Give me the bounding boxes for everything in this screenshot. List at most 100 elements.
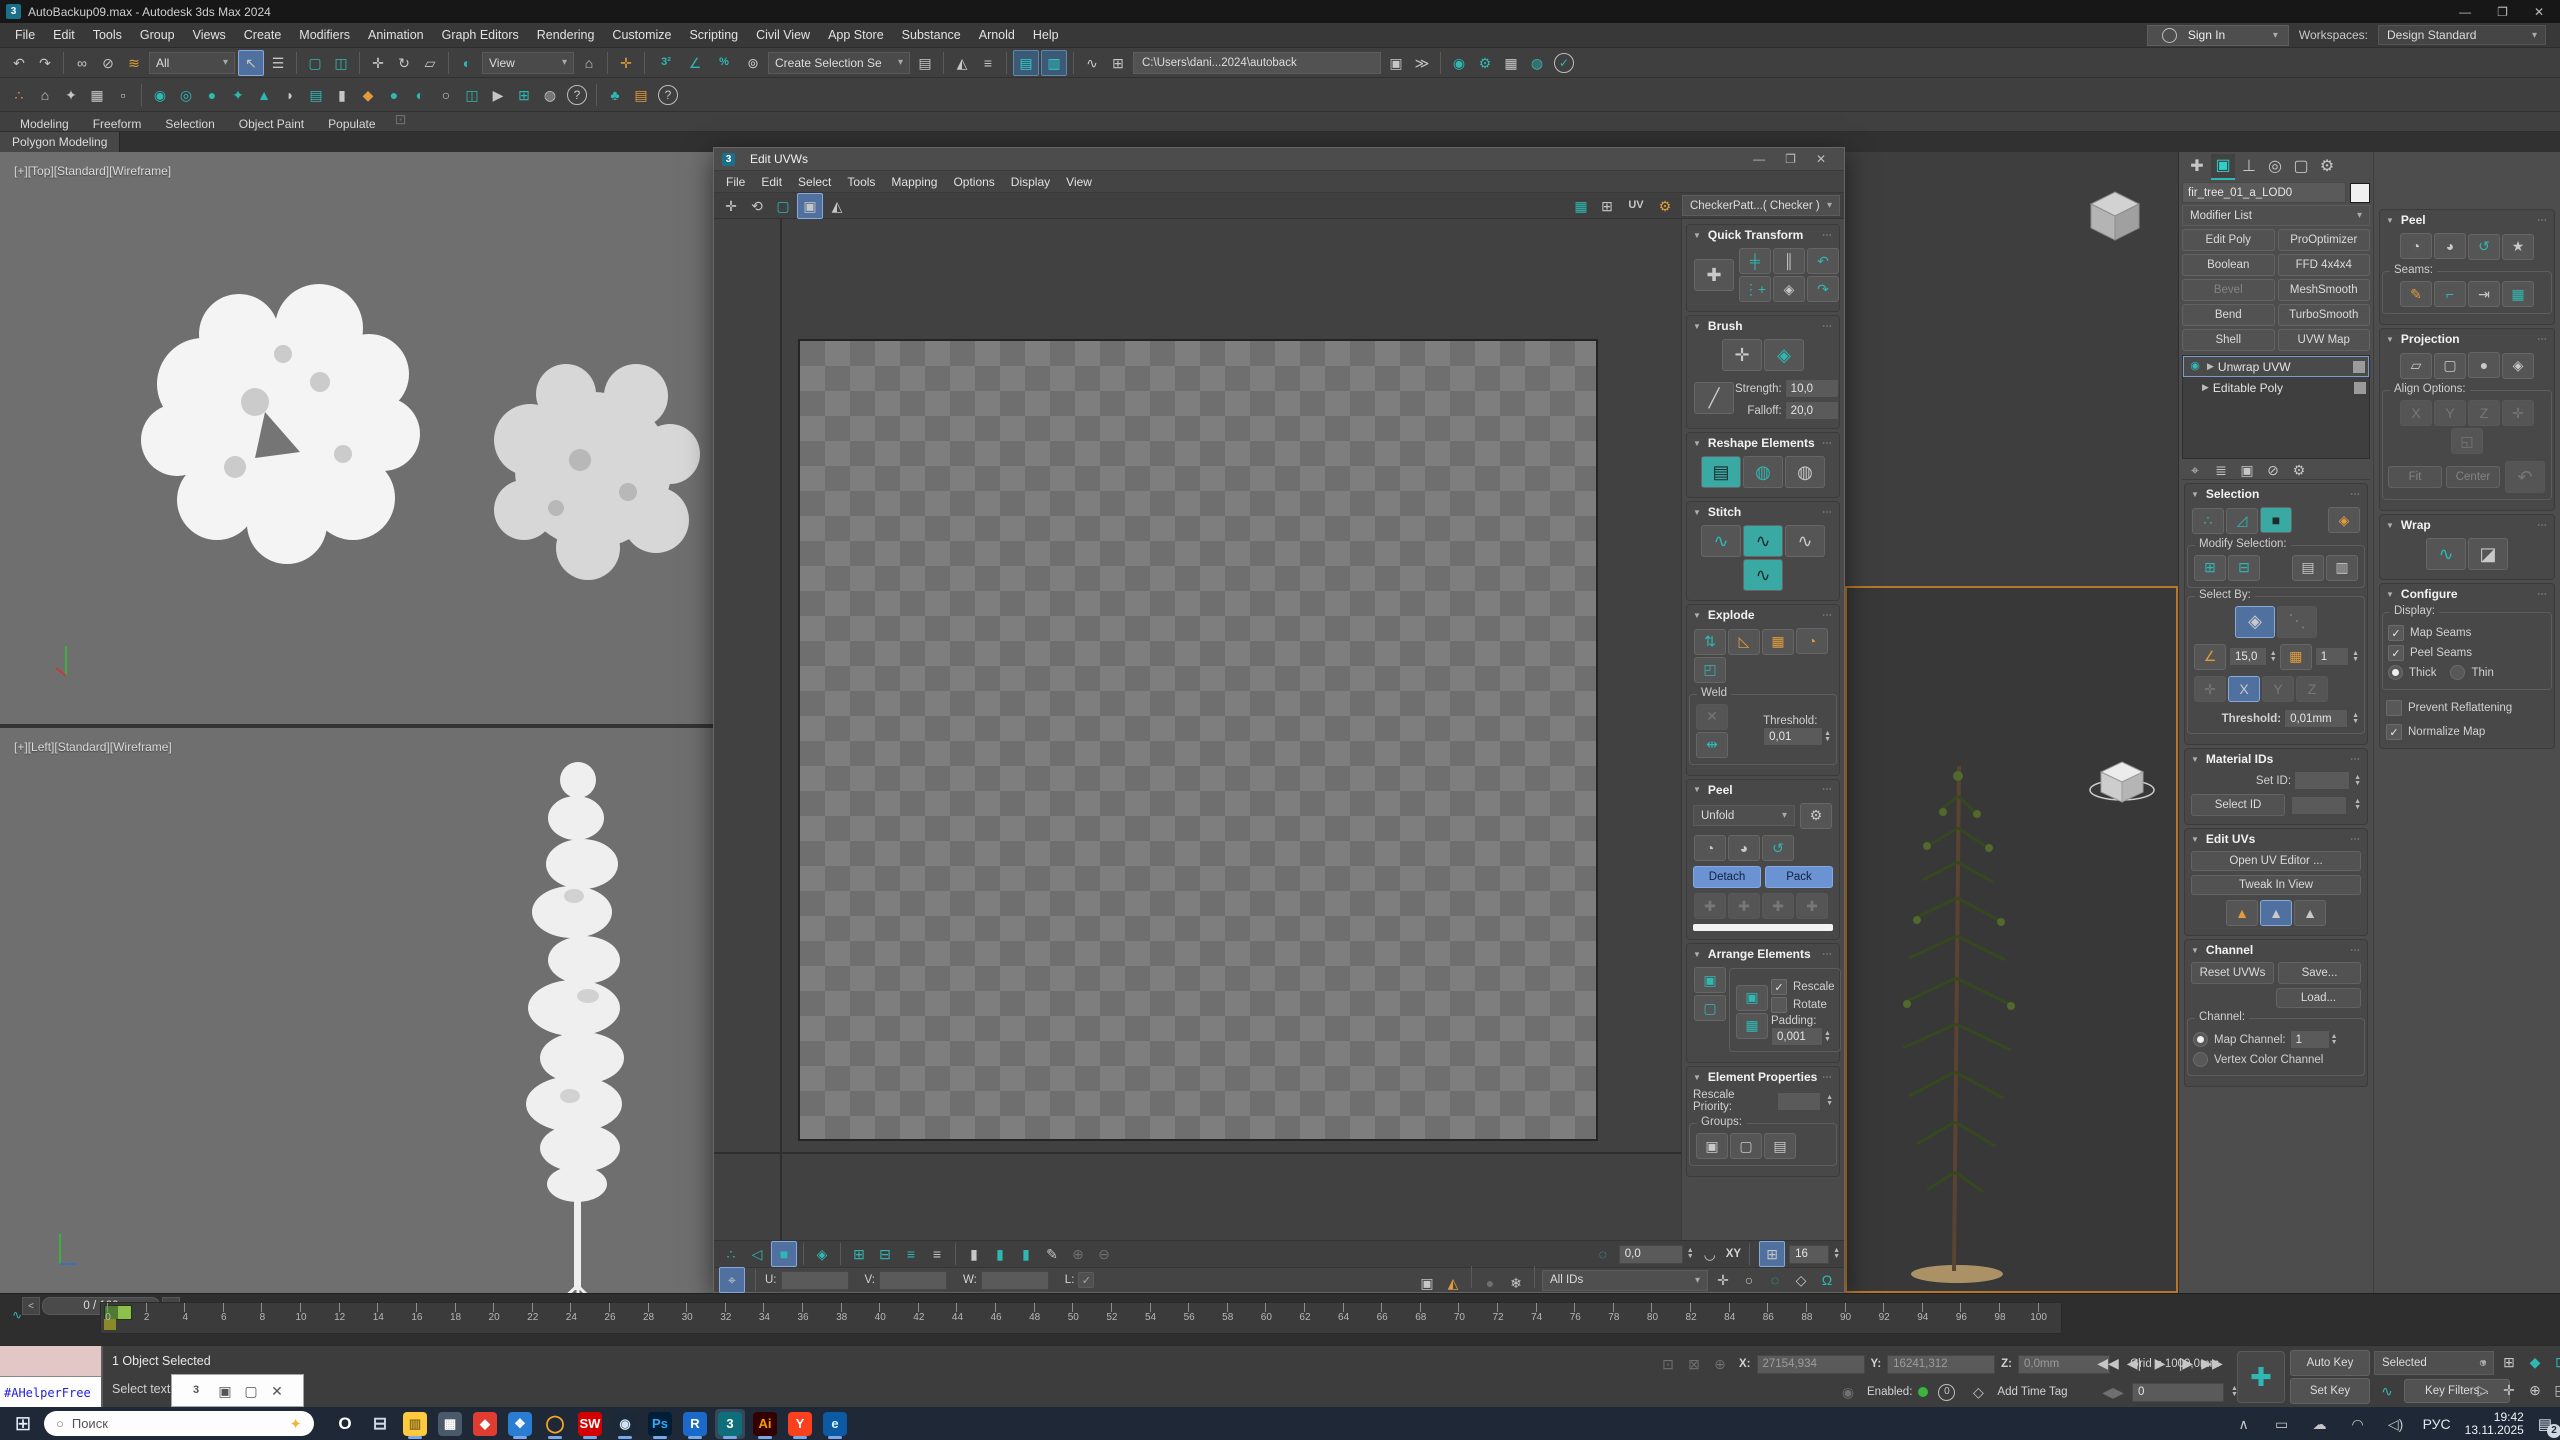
- pack-normalize-icon[interactable]: ▣: [1694, 967, 1726, 993]
- select-id-spinner[interactable]: [2354, 799, 2361, 811]
- layer-explorer-icon[interactable]: ▤: [1013, 50, 1039, 76]
- motion-tab-icon[interactable]: ◎: [2263, 155, 2287, 179]
- redo-icon[interactable]: ↷: [33, 51, 57, 75]
- spinner-snap-icon[interactable]: ⊚: [741, 51, 765, 75]
- convert-to-seams-icon[interactable]: ▦: [2502, 281, 2534, 307]
- vp-left-label-standard[interactable]: [Standard]: [54, 740, 109, 754]
- solidworks-icon[interactable]: SW: [575, 1409, 605, 1439]
- grow-selection-icon[interactable]: ⊞: [2194, 555, 2226, 581]
- baseobject-badge[interactable]: [2354, 382, 2366, 394]
- padding-field[interactable]: 0,001: [1771, 1027, 1823, 1046]
- break-vertex-icon[interactable]: ⇅: [1694, 629, 1726, 655]
- y-axis-icon[interactable]: Y: [2262, 676, 2294, 702]
- flame-icon[interactable]: ◆: [356, 83, 380, 107]
- stitch-average-icon[interactable]: ∿: [1785, 525, 1825, 557]
- make-unique-icon[interactable]: ▣: [2235, 458, 2259, 482]
- ball-icon[interactable]: ●: [382, 83, 406, 107]
- move-selected-icon[interactable]: ✚: [1694, 259, 1734, 291]
- fit-button[interactable]: Fit: [2388, 466, 2442, 488]
- vertex-icon[interactable]: ∴: [2192, 508, 2224, 534]
- selection-threshold-spinner[interactable]: [2352, 713, 2359, 725]
- zoom-region-uv-icon[interactable]: ◌: [1763, 1268, 1787, 1292]
- grid-select-field[interactable]: 1: [2315, 647, 2349, 666]
- y-coordinate-field[interactable]: 16241,312: [1887, 1355, 1995, 1374]
- rollout-element-properties-header[interactable]: Element Properties⋯: [1687, 1067, 1839, 1087]
- steam-icon[interactable]: ◉: [610, 1409, 640, 1439]
- rotate-checkbox[interactable]: [1771, 997, 1787, 1013]
- ribbon-subtab-polygon-modeling[interactable]: Polygon Modeling: [0, 132, 120, 152]
- detach-button[interactable]: Detach: [1693, 866, 1761, 888]
- w-field[interactable]: [981, 1271, 1049, 1290]
- cast-icon[interactable]: ▭: [2270, 1412, 2294, 1436]
- planar-map-icon[interactable]: ▱: [2400, 353, 2432, 379]
- photoshop-icon[interactable]: Ps: [645, 1409, 675, 1439]
- expand-arrow-icon[interactable]: ▶: [2207, 361, 2214, 372]
- workspace-dropdown[interactable]: Design Standard▾: [2378, 25, 2546, 45]
- uv-preview-icon[interactable]: ▲: [2260, 900, 2292, 926]
- rotate-ccw-icon[interactable]: ↶: [1807, 248, 1839, 274]
- menu-animation[interactable]: Animation: [359, 24, 433, 46]
- thin-radio[interactable]: [2450, 665, 2465, 680]
- rotate-cw-icon[interactable]: ↷: [1807, 276, 1839, 302]
- curve-editor-icon[interactable]: ∿: [1080, 51, 1104, 75]
- ribbon-more-icon[interactable]: ⊡: [389, 107, 413, 131]
- cache-shield-icon[interactable]: ◉: [1836, 1380, 1860, 1404]
- surface-wrap-icon[interactable]: ◪: [2468, 538, 2508, 570]
- person-icon[interactable]: ▮: [330, 83, 354, 107]
- toolbar-overflow-icon[interactable]: ≫: [1410, 51, 1434, 75]
- dragon-icon[interactable]: ◗: [278, 83, 302, 107]
- bend-button[interactable]: Bend: [2182, 304, 2275, 326]
- rollout-configure-header[interactable]: Configure⋯: [2380, 584, 2554, 604]
- dialog-close-icon[interactable]: ✕: [1816, 152, 1826, 166]
- align-horizontal-icon[interactable]: ╪: [1739, 248, 1771, 274]
- snap-magnet-icon[interactable]: Ω: [1815, 1268, 1839, 1292]
- menu-file[interactable]: File: [6, 24, 44, 46]
- meshsmooth-button[interactable]: MeshSmooth: [2278, 279, 2371, 301]
- rollout-peel-header[interactable]: Peel⋯: [1687, 780, 1839, 800]
- uv-menu-edit[interactable]: Edit: [753, 172, 790, 192]
- disabled-mini-icon[interactable]: ▢: [239, 1379, 263, 1403]
- thick-radio[interactable]: [2388, 665, 2403, 680]
- align-pivot-icon[interactable]: ◈: [1773, 276, 1805, 302]
- grid-size-field[interactable]: 16: [1789, 1245, 1829, 1264]
- viewport-left-label[interactable]: [+][Left][Standard][Wireframe]: [14, 740, 172, 754]
- center-button[interactable]: Center: [2446, 466, 2500, 488]
- lock-aspect-checkbox[interactable]: [1078, 1272, 1094, 1288]
- go-end-icon[interactable]: ▶▶: [2200, 1351, 2224, 1375]
- photos-icon[interactable]: ❖: [505, 1409, 535, 1439]
- vp-top-label-+[interactable]: [+]: [14, 164, 28, 178]
- scatter-icon[interactable]: ✦: [59, 83, 83, 107]
- edge-icon[interactable]: e: [820, 1409, 850, 1439]
- viewport-top-label[interactable]: [+][Top][Standard][Wireframe]: [14, 164, 171, 178]
- grid-toggle-icon[interactable]: ⊞: [1595, 194, 1619, 218]
- rollout-material-ids-header[interactable]: Material IDs⋯: [2185, 749, 2367, 769]
- tweak-in-view-button[interactable]: Tweak In View: [2191, 875, 2361, 895]
- checker-toggle-icon[interactable]: ▦: [1569, 194, 1593, 218]
- peel-gear-icon[interactable]: ⚙: [1800, 803, 1832, 829]
- grow-uv-selection-icon[interactable]: ⊞: [847, 1242, 871, 1266]
- rollout-wrap-header[interactable]: Wrap⋯: [2380, 515, 2554, 535]
- rollout-channel-header[interactable]: Channel⋯: [2185, 940, 2367, 960]
- rollout-quick-transform-header[interactable]: Quick Transform⋯: [1687, 225, 1839, 245]
- menu-create[interactable]: Create: [235, 24, 291, 46]
- auto-key-button[interactable]: Auto Key: [2290, 1350, 2370, 1376]
- language-indicator[interactable]: РУС: [2423, 1416, 2451, 1432]
- grid-snap-uv-icon[interactable]: ⊞: [1759, 1241, 1785, 1267]
- fov-icon[interactable]: ▷: [2471, 1378, 2495, 1402]
- break-edge-icon[interactable]: ◺: [1728, 629, 1760, 655]
- uv-space-icon[interactable]: UV: [1621, 194, 1651, 218]
- selection-filter-dropdown[interactable]: All▾: [149, 52, 235, 74]
- planar-angle-spinner[interactable]: [2270, 651, 2277, 663]
- isolate-selection-icon[interactable]: ⊡: [1656, 1352, 1680, 1376]
- freeform-icon[interactable]: ▢: [771, 194, 795, 218]
- rotate-icon[interactable]: ⟲: [745, 194, 769, 218]
- relax-brush-icon[interactable]: ◈: [1764, 339, 1804, 371]
- planar-angle-field[interactable]: 15,0: [2229, 647, 2267, 666]
- close-mini-icon[interactable]: ✕: [265, 1379, 289, 1403]
- menu-arnold[interactable]: Arnold: [970, 24, 1024, 46]
- pack-tight-icon[interactable]: ▣: [1736, 985, 1768, 1011]
- rollout-projection-header[interactable]: Projection⋯: [2380, 329, 2554, 349]
- paint-minus-icon[interactable]: ⊖: [1092, 1242, 1116, 1266]
- palette-icon[interactable]: ◐: [408, 83, 432, 107]
- falloff-field[interactable]: 20,0: [1785, 401, 1839, 420]
